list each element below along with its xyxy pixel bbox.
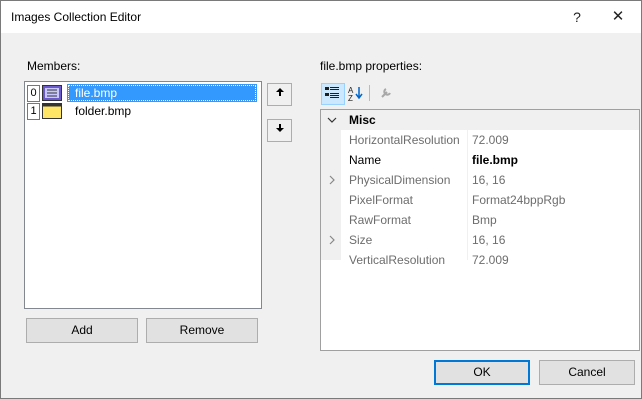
remove-button[interactable]: Remove: [146, 318, 258, 343]
members-label: Members:: [27, 59, 81, 73]
property-value: 72.009: [472, 133, 509, 147]
categorized-icon[interactable]: [321, 83, 345, 105]
category-label: Misc: [349, 113, 376, 127]
property-name: HorizontalResolution: [349, 133, 460, 147]
property-name: Size: [349, 233, 373, 247]
property-row[interactable]: HorizontalResolution 72.009: [321, 130, 639, 150]
property-value: Bmp: [472, 213, 497, 227]
member-index: 1: [27, 103, 40, 120]
folder-icon: [42, 103, 62, 119]
list-item[interactable]: 0 file.bmp: [27, 84, 257, 102]
property-row[interactable]: RawFormat Bmp: [321, 210, 639, 230]
property-grid-toolbar: A Z: [320, 82, 440, 106]
property-name: PhysicalDimension: [349, 173, 451, 187]
cancel-button[interactable]: Cancel: [539, 360, 635, 385]
property-value: 16, 16: [472, 233, 506, 247]
title-bar: Images Collection Editor ? ✕: [1, 1, 641, 33]
property-grid[interactable]: Misc HorizontalResolution 72.009 Name fi…: [320, 109, 640, 351]
ok-button[interactable]: OK: [434, 360, 530, 385]
property-row[interactable]: PhysicalDimension 16, 16: [321, 170, 639, 190]
property-name: RawFormat: [349, 213, 412, 227]
property-pages-icon[interactable]: [375, 83, 399, 105]
category-row[interactable]: Misc: [321, 110, 639, 130]
property-row[interactable]: Name file.bmp: [321, 150, 639, 170]
toolbar-separator: [369, 85, 370, 101]
arrow-down-icon: [275, 124, 285, 136]
property-value: Format24bppRgb: [472, 193, 566, 207]
arrow-up-icon: [275, 88, 285, 100]
move-down-button[interactable]: [267, 119, 292, 142]
property-row[interactable]: Size 16, 16: [321, 230, 639, 250]
property-value: 16, 16: [472, 173, 506, 187]
list-item[interactable]: 1 folder.bmp: [27, 102, 257, 120]
images-collection-editor-dialog: Images Collection Editor ? ✕ Members: 0 …: [0, 0, 642, 399]
property-name: Name: [349, 153, 382, 167]
close-button[interactable]: ✕: [604, 7, 632, 27]
window-title: Images Collection Editor: [11, 10, 142, 24]
member-index: 0: [27, 85, 40, 102]
file-bitmap-icon: [42, 85, 62, 101]
property-row[interactable]: PixelFormat Format24bppRgb: [321, 190, 639, 210]
move-up-button[interactable]: [267, 83, 292, 106]
member-name: folder.bmp: [75, 104, 132, 118]
property-row[interactable]: VerticalResolution 72.009: [321, 250, 639, 270]
property-value: 72.009: [472, 253, 509, 267]
help-button[interactable]: ?: [563, 7, 591, 27]
category-background: [341, 110, 639, 130]
alphabetical-icon[interactable]: A Z: [345, 83, 369, 105]
property-name: PixelFormat: [349, 193, 414, 207]
add-button[interactable]: Add: [26, 318, 138, 343]
svg-text:Z: Z: [348, 94, 353, 102]
property-value-input[interactable]: file.bmp: [472, 150, 518, 170]
members-list[interactable]: 0 file.bmp 1 folder.bmp: [24, 81, 262, 309]
member-name: file.bmp: [67, 84, 257, 102]
properties-label: file.bmp properties:: [320, 59, 423, 73]
property-name: VerticalResolution: [349, 253, 446, 267]
